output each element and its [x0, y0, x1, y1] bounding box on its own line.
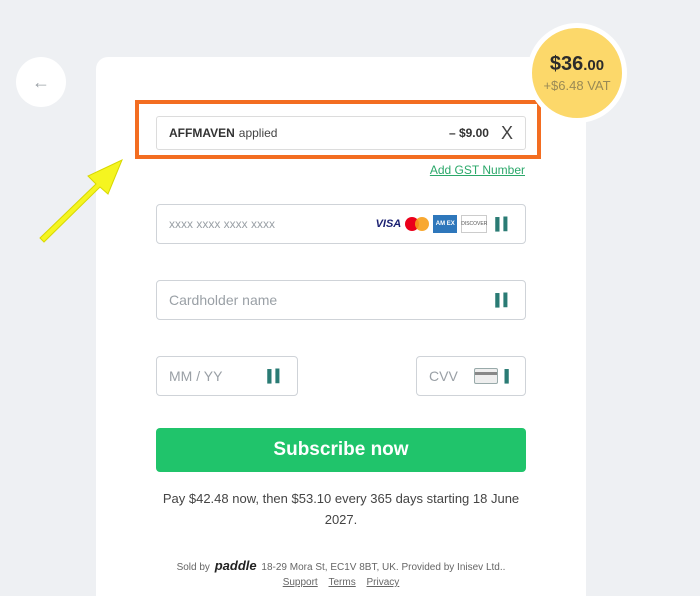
price-badge: $36.00 +$6.48 VAT [527, 23, 627, 123]
password-manager-icon[interactable]: ▌▍ [495, 293, 513, 307]
expiry-placeholder: MM / YY [169, 368, 223, 384]
sold-by-line: Sold by paddle 18-29 Mora St, EC1V 8BT, … [120, 558, 562, 573]
price-main: $36.00 [550, 53, 604, 76]
card-number-input[interactable]: xxxx xxxx xxxx xxxx VISA AM EX DISCOVER … [156, 204, 526, 244]
expiry-input[interactable]: MM / YY ▌▍ [156, 356, 298, 396]
password-manager-icon[interactable]: ▌ [504, 369, 513, 383]
footer-links: Support Terms Privacy [120, 577, 562, 588]
annotation-arrow [39, 158, 123, 243]
add-gst-number-link[interactable]: Add GST Number [430, 163, 525, 177]
cvv-placeholder: CVV [429, 368, 458, 384]
password-manager-icon[interactable]: ▌▍ [495, 217, 513, 231]
sold-by-label: Sold by [176, 562, 210, 573]
cvv-card-icon [474, 368, 499, 384]
privacy-link[interactable]: Privacy [367, 577, 400, 588]
back-button[interactable]: ← [16, 57, 66, 107]
highlight-box [135, 100, 541, 159]
price-cents: .00 [583, 57, 605, 74]
terms-link[interactable]: Terms [329, 577, 356, 588]
card-brands: VISA AM EX DISCOVER ▌▍ [376, 215, 513, 233]
payment-schedule-text: Pay $42.48 now, then $53.10 every 365 da… [162, 491, 520, 527]
card-number-placeholder: xxxx xxxx xxxx xxxx [169, 217, 276, 231]
mastercard-icon [405, 217, 430, 231]
paddle-logo: paddle [214, 558, 257, 573]
cardholder-placeholder: Cardholder name [169, 292, 278, 308]
amex-icon: AM EX [433, 215, 458, 233]
discover-icon: DISCOVER [461, 215, 487, 233]
price-dollars: $36 [549, 53, 584, 75]
support-link[interactable]: Support [283, 577, 318, 588]
cvv-input[interactable]: CVV ▌ [416, 356, 526, 396]
subscribe-button[interactable]: Subscribe now [156, 428, 526, 472]
password-manager-icon[interactable]: ▌▍ [267, 369, 285, 383]
price-vat: +$6.48 VAT [543, 78, 611, 93]
cardholder-name-input[interactable]: Cardholder name ▌▍ [156, 280, 526, 320]
arrow-left-icon: ← [32, 71, 50, 92]
visa-icon: VISA [375, 218, 402, 230]
seller-address: 18-29 Mora St, EC1V 8BT, UK. Provided by… [261, 562, 506, 573]
